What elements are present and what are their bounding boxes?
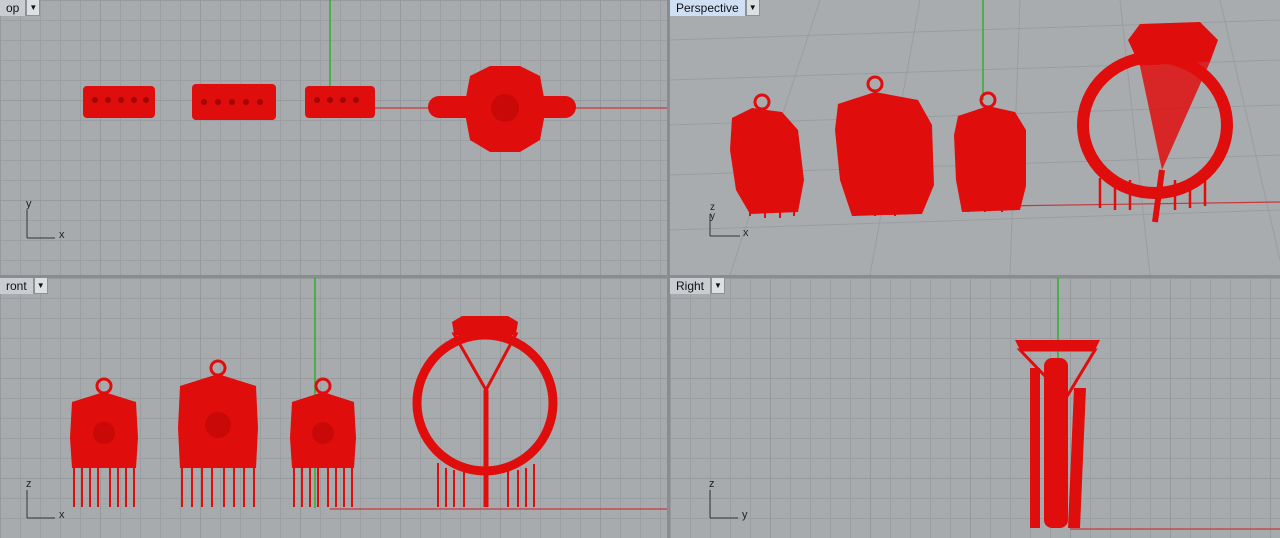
earring-3-front: [290, 377, 356, 507]
viewport-title: Perspective: [670, 0, 746, 16]
axis-label-x: x: [743, 227, 749, 239]
viewport-title: ront: [0, 278, 34, 294]
viewport-tab-right[interactable]: Right ▼: [670, 278, 726, 294]
earring-2-persp: [835, 75, 934, 216]
earring-3-persp: [954, 91, 1026, 212]
viewport-tab-perspective[interactable]: Perspective ▼: [670, 0, 760, 16]
front-view-scene: [26, 278, 667, 519]
perspective-scene: [670, 0, 1280, 275]
viewport-title: Right: [670, 278, 712, 294]
earring-1-persp: [730, 93, 804, 218]
right-view-scene: [709, 278, 1280, 530]
viewport-right[interactable]: Right ▼ z y: [670, 278, 1280, 538]
viewport-title: op: [0, 0, 27, 16]
axis-label-z: z: [26, 478, 32, 490]
top-axes-indicator: [26, 210, 55, 239]
earring-1-front: [70, 377, 138, 507]
triangle-down-icon[interactable]: ▼: [33, 278, 48, 294]
viewport-front[interactable]: ront ▼ z x: [0, 278, 667, 538]
axis-label-y: y: [26, 198, 32, 210]
triangle-down-icon[interactable]: ▼: [711, 278, 726, 294]
ring-front: [412, 316, 558, 507]
viewport-tab-front[interactable]: ront ▼: [0, 278, 48, 294]
earring-2-front: [178, 359, 258, 507]
axis-label-x: x: [59, 229, 65, 241]
viewport-top[interactable]: op ▼ y x: [0, 0, 667, 275]
axis-label-z: z: [709, 478, 715, 490]
axis-label-y: y: [710, 211, 715, 222]
viewport-tab-top[interactable]: op ▼: [0, 0, 41, 16]
x-axis-line: [999, 201, 1280, 207]
viewport-perspective[interactable]: Perspective ▼ z y x: [670, 0, 1280, 275]
ring-right: [1015, 340, 1100, 528]
ring-persp: [1077, 22, 1233, 223]
axis-label-x: x: [59, 509, 65, 521]
triangle-down-icon[interactable]: ▼: [745, 0, 760, 16]
axis-label-y: y: [742, 509, 748, 521]
triangle-down-icon[interactable]: ▼: [26, 0, 41, 16]
